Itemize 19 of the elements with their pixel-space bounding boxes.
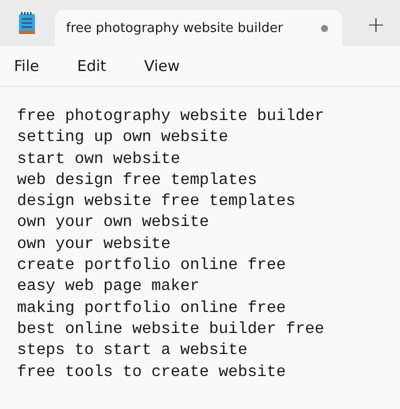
text-line: easy web page maker bbox=[17, 276, 200, 298]
menu-item[interactable]: View bbox=[134, 51, 190, 81]
document-tab[interactable]: free photography website builder bbox=[55, 10, 342, 46]
text-line: start own website bbox=[17, 148, 182, 170]
text-line: design website free templates bbox=[17, 191, 296, 212]
text-line: own your website bbox=[17, 234, 172, 255]
text-line: web design free templates bbox=[17, 170, 258, 191]
text-line: setting up own website bbox=[17, 127, 230, 148]
text-line: best online website builder free bbox=[17, 318, 326, 340]
menu-item[interactable]: File bbox=[4, 51, 50, 81]
notepad-icon bbox=[16, 11, 38, 35]
new-tab-button[interactable]: + bbox=[356, 8, 396, 42]
text-line: create portfolio online free bbox=[17, 255, 287, 276]
menu-item[interactable]: Edit bbox=[67, 51, 116, 81]
text-line: own your own website bbox=[17, 212, 210, 234]
text-line: making portfolio online free bbox=[17, 298, 287, 319]
text-line: steps to start a website bbox=[17, 340, 248, 362]
text-line: free photography website builder bbox=[17, 106, 326, 127]
text-line: free tools to create website bbox=[17, 362, 287, 383]
